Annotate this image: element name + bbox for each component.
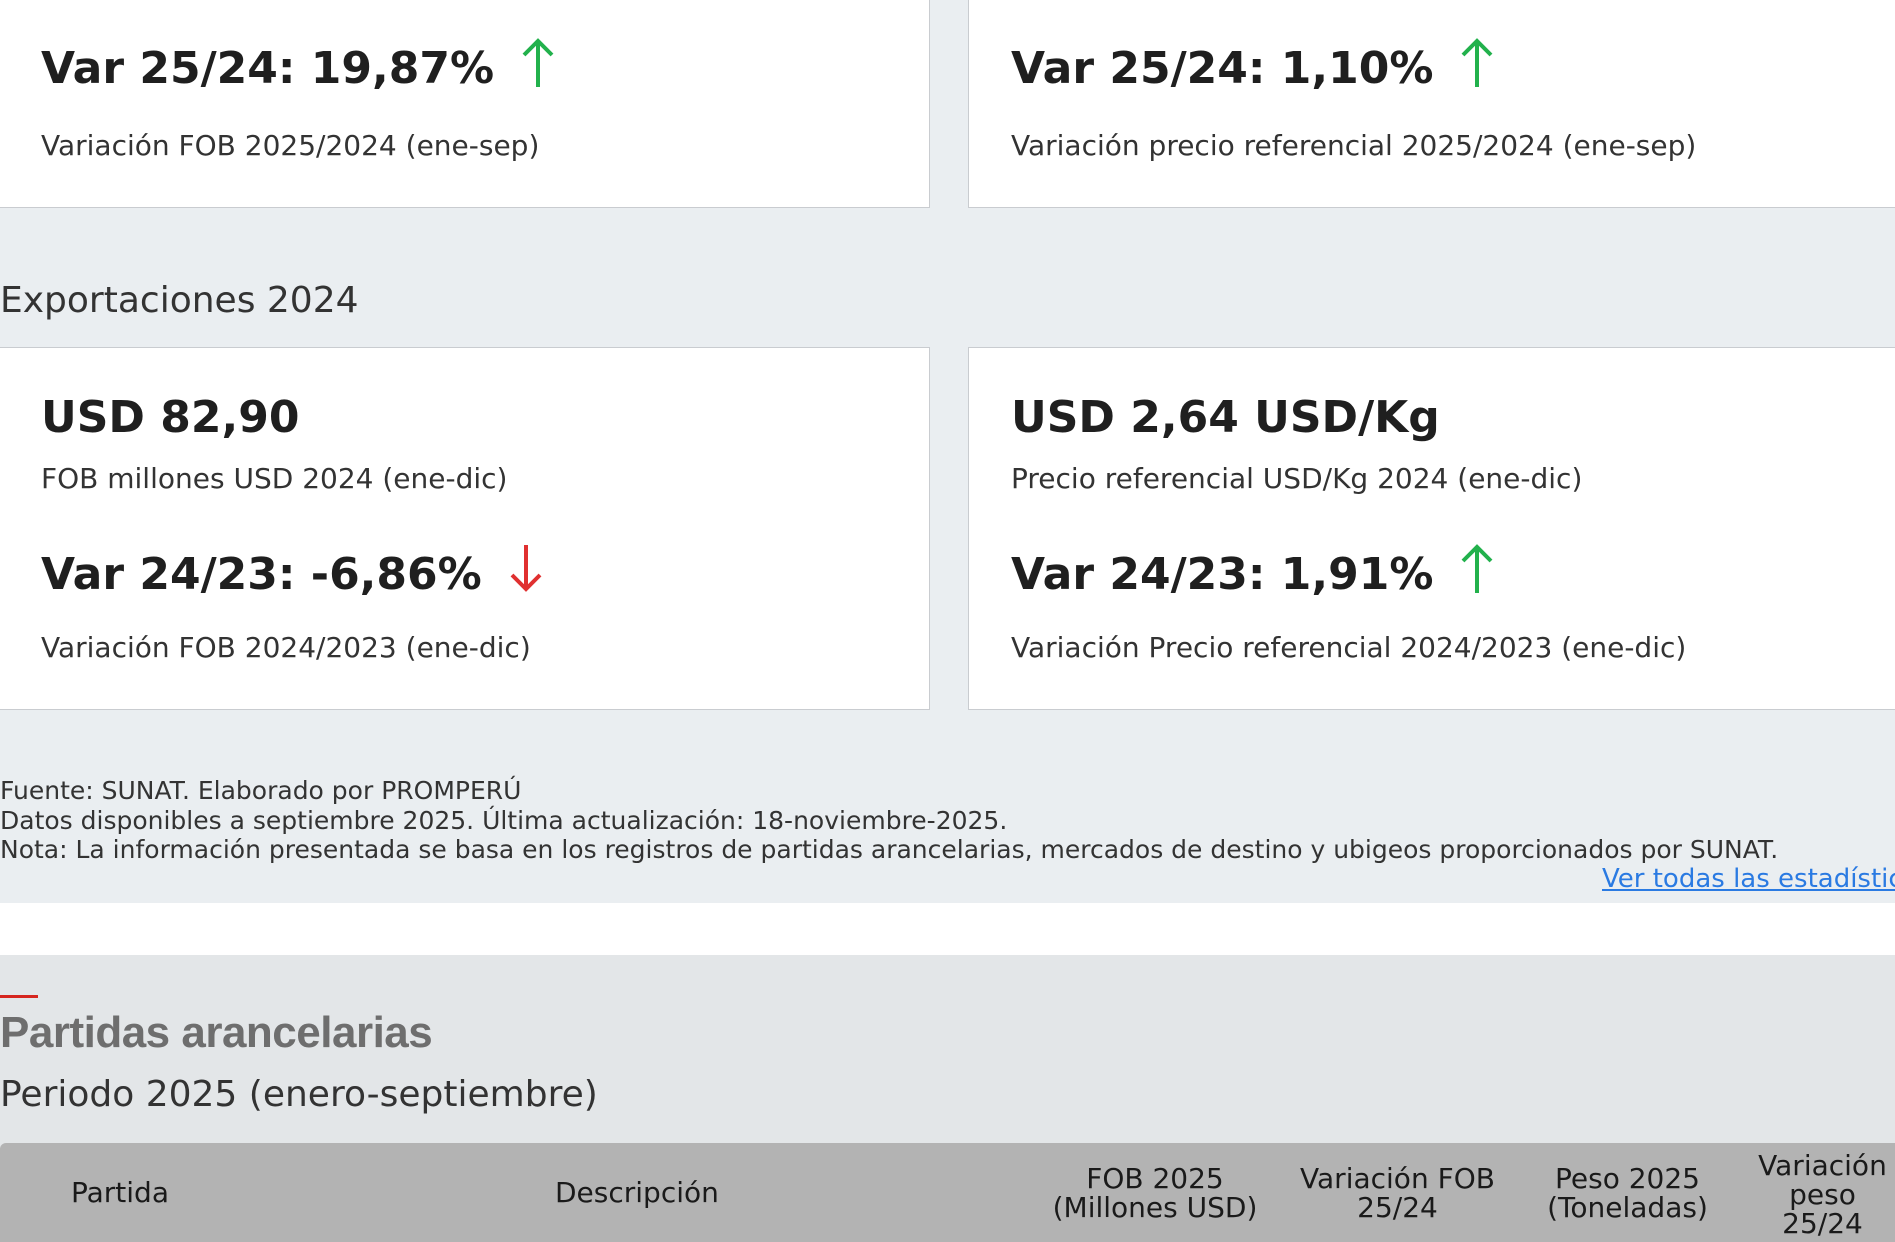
section-accent-line	[0, 995, 38, 998]
column-header-fob[interactable]: FOB 2025 (Millones USD)	[1050, 1164, 1260, 1222]
fob-label-2024: FOB millones USD 2024 (ene-dic)	[41, 462, 508, 495]
price-variation-2024: Var 24/23: 1,91%	[1011, 543, 1495, 606]
column-header-fob-variation[interactable]: Variación FOB 25/24	[1290, 1164, 1505, 1222]
card-price-2024: USD 2,64 USD/Kg Precio referencial USD/K…	[968, 347, 1895, 710]
fob-variation-2025: Var 25/24: 19,87%	[41, 37, 556, 100]
card-fob-2024: USD 82,90 FOB millones USD 2024 (ene-dic…	[0, 347, 930, 710]
column-header-peso-variation[interactable]: Variación peso 25/24	[1750, 1151, 1895, 1238]
price-value-2024: USD 2,64 USD/Kg	[1011, 392, 1440, 443]
price-variation-caption-2025: Variación precio referencial 2025/2024 (…	[1011, 129, 1697, 162]
section-title-2024: Exportaciones 2024	[0, 280, 359, 321]
arrow-up-icon	[1459, 543, 1495, 606]
partidas-period: Periodo 2025 (enero-septiembre)	[0, 1074, 598, 1115]
card-price-2025: Var 25/24: 1,10% Variación precio refere…	[968, 0, 1895, 208]
price-variation-2025: Var 25/24: 1,10%	[1011, 37, 1495, 100]
partidas-title: Partidas arancelarias	[0, 1008, 433, 1057]
arrow-down-icon	[508, 543, 544, 606]
arrow-up-icon	[520, 37, 556, 100]
column-header-descripcion[interactable]: Descripción	[555, 1178, 719, 1207]
see-all-statistics-link[interactable]: Ver todas las estadísticas	[1602, 864, 1895, 894]
card-fob-2025: Var 25/24: 19,87% Variación FOB 2025/202…	[0, 0, 930, 208]
fob-value-2024: USD 82,90	[41, 392, 300, 443]
column-header-peso[interactable]: Peso 2025 (Toneladas)	[1530, 1164, 1725, 1222]
price-variation-caption-2024: Variación Precio referencial 2024/2023 (…	[1011, 631, 1687, 664]
column-header-partida[interactable]: Partida	[71, 1178, 169, 1207]
table-header: Partida Descripción FOB 2025 (Millones U…	[0, 1143, 1895, 1242]
footnotes: Fuente: SUNAT. Elaborado por PROMPERÚ Da…	[0, 776, 1778, 865]
footnote-source: Fuente: SUNAT. Elaborado por PROMPERÚ	[0, 776, 522, 805]
arrow-up-icon	[1459, 37, 1495, 100]
price-label-2024: Precio referencial USD/Kg 2024 (ene-dic)	[1011, 462, 1583, 495]
fob-variation-caption-2025: Variación FOB 2025/2024 (ene-sep)	[41, 129, 540, 162]
footnote-update: Datos disponibles a septiembre 2025. Últ…	[0, 805, 1008, 835]
footnote-note: Nota: La información presentada se basa …	[0, 835, 1779, 864]
fob-variation-2024: Var 24/23: -6,86%	[41, 543, 544, 606]
fob-variation-caption-2024: Variación FOB 2024/2023 (ene-dic)	[41, 631, 531, 664]
